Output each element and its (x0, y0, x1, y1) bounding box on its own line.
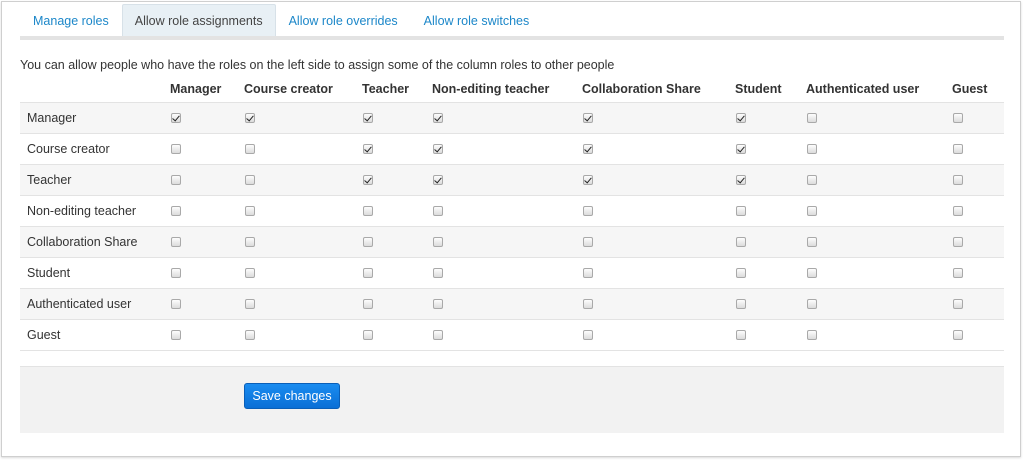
role-checkbox[interactable] (736, 299, 746, 309)
form-footer: Save changes (20, 366, 1004, 433)
role-checkbox[interactable] (736, 175, 746, 185)
tab-manage-roles[interactable]: Manage roles (20, 4, 122, 36)
role-checkbox[interactable] (807, 113, 817, 123)
role-checkbox[interactable] (433, 237, 443, 247)
role-checkbox[interactable] (171, 330, 181, 340)
role-checkbox[interactable] (245, 113, 255, 123)
row-label: Collaboration Share (27, 235, 138, 249)
role-checkbox[interactable] (953, 175, 963, 185)
table-row: Manager (20, 103, 1004, 134)
role-checkbox[interactable] (433, 144, 443, 154)
column-header: Student (735, 82, 782, 96)
role-checkbox[interactable] (171, 299, 181, 309)
role-checkbox[interactable] (171, 206, 181, 216)
role-checkbox[interactable] (807, 330, 817, 340)
role-checkbox[interactable] (245, 268, 255, 278)
column-header: Course creator (244, 82, 333, 96)
table-row: Authenticated user (20, 289, 1004, 320)
role-checkbox[interactable] (171, 175, 181, 185)
role-checkbox[interactable] (736, 330, 746, 340)
role-checkbox[interactable] (736, 113, 746, 123)
intro-text: You can allow people who have the roles … (20, 58, 615, 72)
table-row: Teacher (20, 165, 1004, 196)
role-checkbox[interactable] (433, 299, 443, 309)
role-checkbox[interactable] (433, 330, 443, 340)
role-checkbox[interactable] (583, 268, 593, 278)
role-checkbox[interactable] (433, 206, 443, 216)
role-checkbox[interactable] (736, 144, 746, 154)
role-checkbox[interactable] (807, 299, 817, 309)
table-header: Manager Course creator Teacher Non-editing … (20, 76, 1004, 103)
role-assignment-table: Manager Course creator Teacher Non-editing … (20, 76, 1004, 351)
role-checkbox[interactable] (583, 237, 593, 247)
tab-allow-role-switches[interactable]: Allow role switches (411, 4, 543, 36)
role-checkbox[interactable] (583, 299, 593, 309)
column-header: Guest (952, 82, 988, 96)
role-checkbox[interactable] (363, 237, 373, 247)
table-row: Course creator (20, 134, 1004, 165)
row-label: Guest (27, 328, 61, 342)
row-label: Student (27, 266, 71, 280)
role-checkbox[interactable] (245, 144, 255, 154)
row-label: Non-editing teacher (27, 204, 137, 218)
tab-bar: Manage roles Allow role assignments Allo… (20, 4, 542, 36)
role-checkbox[interactable] (245, 175, 255, 185)
save-changes-button[interactable]: Save changes (244, 383, 340, 409)
role-checkbox[interactable] (953, 330, 963, 340)
role-checkbox[interactable] (363, 268, 373, 278)
role-checkbox[interactable] (953, 206, 963, 216)
column-header: Non-editing teacher (432, 82, 550, 96)
role-checkbox[interactable] (807, 268, 817, 278)
role-checkbox[interactable] (583, 175, 593, 185)
role-checkbox[interactable] (363, 175, 373, 185)
role-checkbox[interactable] (953, 268, 963, 278)
role-checkbox[interactable] (953, 113, 963, 123)
tab-divider (20, 36, 1004, 40)
role-checkbox[interactable] (953, 144, 963, 154)
role-checkbox[interactable] (807, 144, 817, 154)
role-checkbox[interactable] (807, 237, 817, 247)
role-checkbox[interactable] (953, 237, 963, 247)
role-checkbox[interactable] (807, 175, 817, 185)
column-header: Collaboration Share (582, 82, 701, 96)
role-checkbox[interactable] (433, 268, 443, 278)
table-row: Non-editing teacher (20, 196, 1004, 227)
column-header: Authenticated user (806, 82, 920, 96)
role-checkbox[interactable] (583, 330, 593, 340)
role-checkbox[interactable] (807, 206, 817, 216)
role-checkbox[interactable] (363, 144, 373, 154)
row-label: Course creator (27, 142, 110, 156)
role-checkbox[interactable] (171, 144, 181, 154)
tab-allow-role-assignments[interactable]: Allow role assignments (121, 4, 276, 36)
table-row: Student (20, 258, 1004, 289)
role-checkbox[interactable] (363, 206, 373, 216)
role-checkbox[interactable] (583, 113, 593, 123)
tab-allow-role-overrides[interactable]: Allow role overrides (276, 4, 411, 36)
row-label: Teacher (27, 173, 72, 187)
role-checkbox[interactable] (245, 206, 255, 216)
row-label: Authenticated user (27, 297, 132, 311)
role-checkbox[interactable] (433, 113, 443, 123)
role-checkbox[interactable] (433, 175, 443, 185)
role-checkbox[interactable] (736, 237, 746, 247)
role-checkbox[interactable] (583, 144, 593, 154)
role-checkbox[interactable] (736, 268, 746, 278)
role-checkbox[interactable] (171, 268, 181, 278)
role-checkbox[interactable] (171, 113, 181, 123)
row-label: Manager (27, 111, 77, 125)
role-checkbox[interactable] (363, 299, 373, 309)
column-header: Manager (170, 82, 222, 96)
table-row: Guest (20, 320, 1004, 351)
table-row: Collaboration Share (20, 227, 1004, 258)
role-checkbox[interactable] (736, 206, 746, 216)
role-checkbox[interactable] (363, 113, 373, 123)
role-checkbox[interactable] (245, 237, 255, 247)
role-checkbox[interactable] (171, 237, 181, 247)
role-checkbox[interactable] (245, 299, 255, 309)
role-checkbox[interactable] (583, 206, 593, 216)
role-checkbox[interactable] (245, 330, 255, 340)
column-header: Teacher (362, 82, 410, 96)
role-checkbox[interactable] (953, 299, 963, 309)
role-checkbox[interactable] (363, 330, 373, 340)
